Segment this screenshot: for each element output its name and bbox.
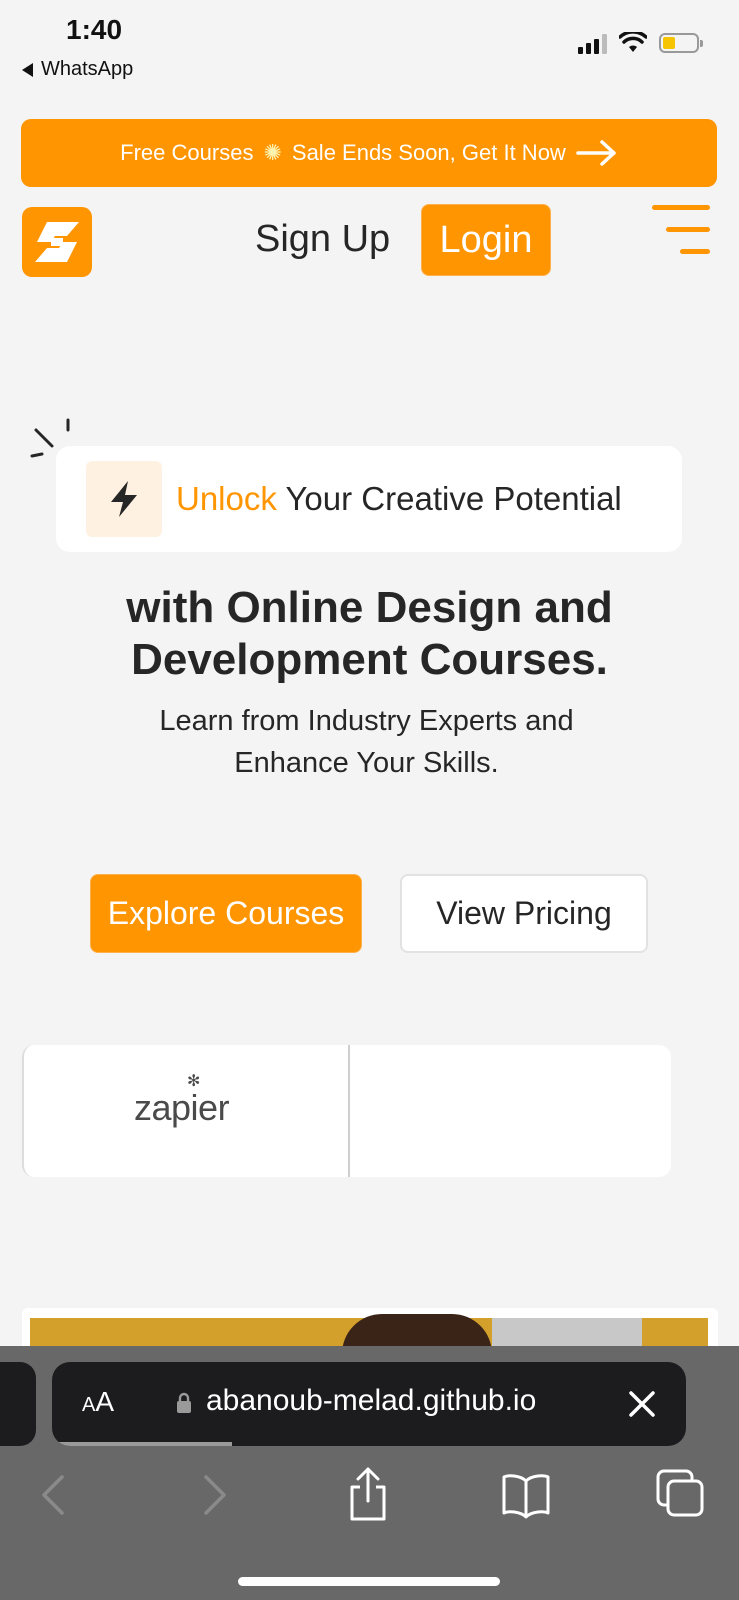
- logo-divider: [348, 1045, 350, 1177]
- promo-text-end: Sale Ends Soon, Get It Now: [291, 140, 566, 165]
- previous-tab-pill[interactable]: [0, 1362, 36, 1446]
- back-app-label: WhatsApp: [41, 58, 134, 80]
- lightning-bolt-icon: [86, 461, 162, 537]
- brand-s-logo-icon: [35, 222, 79, 262]
- headline-line-1: with Online Design and: [126, 583, 613, 632]
- back-icon[interactable]: [24, 1465, 84, 1525]
- back-triangle-icon: [22, 62, 33, 77]
- forward-icon[interactable]: [184, 1465, 244, 1525]
- back-to-whatsapp[interactable]: WhatsApp: [22, 58, 133, 81]
- zapier-asterisk-icon: ✻: [187, 1073, 200, 1090]
- hero-headline: with Online Design and Development Cours…: [0, 582, 739, 686]
- bookmarks-icon[interactable]: [496, 1465, 556, 1525]
- page-load-progress: [52, 1442, 232, 1446]
- lock-icon: [177, 1392, 191, 1413]
- headline-line-2: Development Courses.: [131, 635, 608, 684]
- url-text[interactable]: abanoub-melad.github.io: [206, 1384, 536, 1418]
- zapier-wordmark: zapier: [134, 1087, 230, 1128]
- arrow-right-icon: [576, 140, 616, 166]
- address-bar[interactable]: AA abanoub-melad.github.io: [52, 1362, 686, 1446]
- brand-logo[interactable]: [22, 207, 92, 277]
- explore-courses-button[interactable]: Explore Courses: [90, 874, 362, 953]
- share-icon[interactable]: [338, 1465, 398, 1525]
- sparkle-icon: ✺: [263, 140, 282, 165]
- wifi-icon: [619, 32, 647, 52]
- hero-subtitle: Learn from Industry Experts and Enhance …: [0, 700, 733, 784]
- zapier-logo: zapier ✻: [134, 1073, 230, 1129]
- view-pricing-button[interactable]: View Pricing: [400, 874, 648, 953]
- partner-logos-strip: zapier ✻: [22, 1045, 671, 1177]
- status-icons: [578, 32, 703, 54]
- battery-icon: [659, 33, 703, 53]
- cellular-signal-icon: [578, 32, 607, 54]
- aa-large-letter: A: [95, 1386, 115, 1417]
- hero-image: [22, 1308, 718, 1348]
- close-icon[interactable]: [622, 1384, 662, 1424]
- status-time: 1:40: [66, 14, 123, 45]
- login-button[interactable]: Login: [421, 204, 551, 276]
- subtitle-line-1: Learn from Industry Experts and: [159, 705, 574, 737]
- home-indicator[interactable]: [238, 1577, 500, 1586]
- promo-text-start: Free Courses: [120, 140, 254, 165]
- reader-aa-button[interactable]: AA: [82, 1386, 114, 1418]
- signup-link[interactable]: Sign Up: [255, 218, 390, 261]
- tabs-icon[interactable]: [652, 1465, 712, 1525]
- promo-banner[interactable]: Free Courses ✺ Sale Ends Soon, Get It No…: [21, 119, 717, 187]
- badge-text: Unlock Your Creative Potential: [176, 480, 622, 518]
- badge-rest-text: Your Creative Potential: [276, 480, 622, 517]
- subtitle-line-2: Enhance Your Skills.: [234, 747, 499, 779]
- hero-badge: Unlock Your Creative Potential: [56, 446, 682, 552]
- aa-small-letter: A: [82, 1394, 96, 1416]
- badge-accent-word: Unlock: [176, 480, 277, 517]
- hamburger-menu-icon[interactable]: [652, 205, 710, 257]
